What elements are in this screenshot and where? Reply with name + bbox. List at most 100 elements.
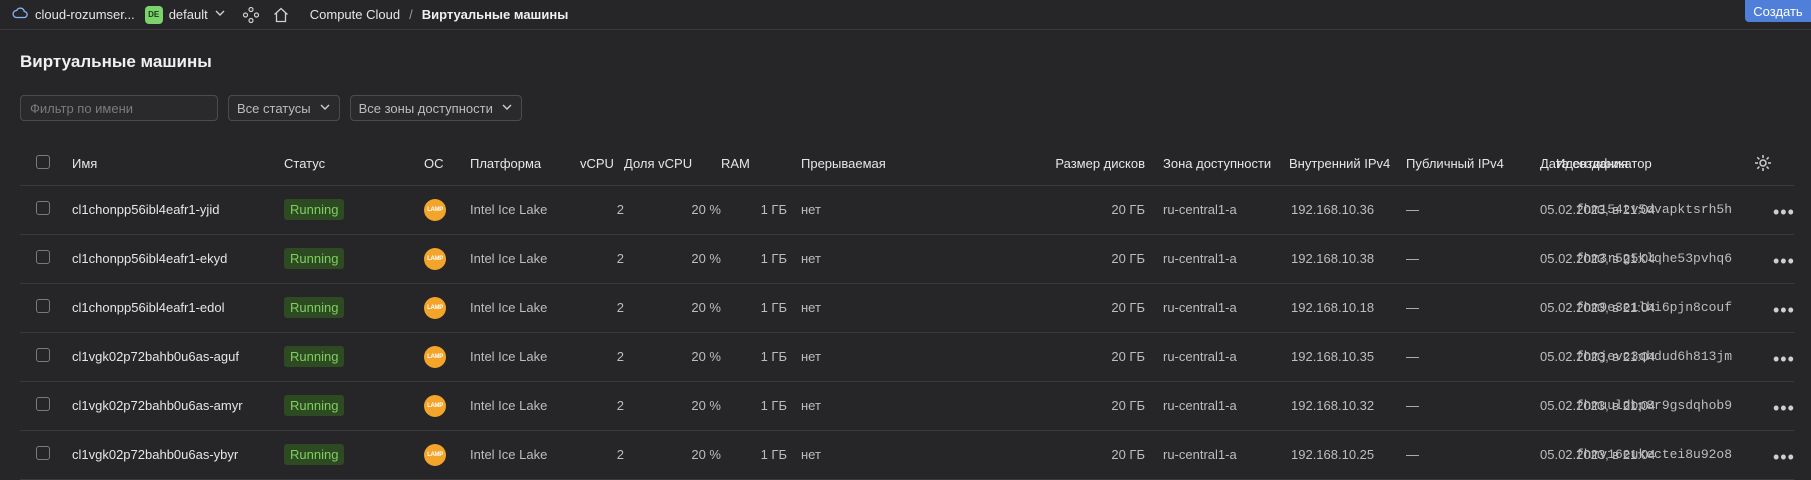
vm-id[interactable]: fhm9e3e1lhi6pjn8couf (1576, 300, 1732, 315)
vcpu-share: 20 % (691, 251, 721, 266)
row-checkbox[interactable] (36, 299, 50, 313)
created-id-cell: 05.02.2023, в 21:04 fhmv16eukectei8u92o8 •… (1540, 430, 1794, 479)
table-row[interactable]: cl1vgk02p72bahb0u6as-amyr Running LAMP Inte… (20, 381, 1794, 430)
header-id[interactable]: Идентификатор (1556, 156, 1652, 171)
vm-id[interactable]: fhm3r5g5klqhe53pvhq6 (1576, 251, 1732, 266)
disk-size: 20 ГБ (1111, 202, 1145, 217)
folder-badge: DE (144, 5, 163, 24)
row-checkbox-cell (20, 332, 72, 381)
column-settings-button[interactable] (1753, 153, 1773, 173)
home-icon[interactable] (272, 6, 290, 24)
vm-id[interactable]: fhmjevc3qhdud6h813jm (1576, 349, 1732, 364)
preemptible: нет (801, 398, 821, 413)
more-actions-icon[interactable]: ••• (1773, 251, 1795, 272)
header-preemptible[interactable]: Прерываемая (801, 143, 909, 186)
status-badge: Running (284, 395, 345, 416)
platform: Intel Ice Lake (470, 349, 548, 364)
vcpu-share: 20 % (691, 398, 721, 413)
ram: 1 ГБ (760, 251, 787, 266)
internal-ip: 192.168.10.18 (1291, 300, 1375, 315)
row-checkbox[interactable] (36, 250, 50, 264)
platform: Intel Ice Lake (470, 251, 548, 266)
zone: ru-central1-a (1163, 251, 1237, 266)
more-actions-icon[interactable]: ••• (1773, 447, 1795, 468)
disk-size: 20 ГБ (1111, 251, 1145, 266)
chevron-down-icon (501, 101, 513, 116)
status-cell: Running (284, 332, 424, 381)
cloud-selector[interactable]: cloud-rozumser... (12, 5, 135, 24)
header-settings-cell (1786, 143, 1794, 186)
header-disk-size[interactable]: Размер дисков (1018, 143, 1163, 186)
preemptible: нет (801, 251, 821, 266)
vm-name[interactable]: cl1vgk02p72bahb0u6as-amyr (72, 381, 284, 430)
header-status[interactable]: Статус (284, 143, 424, 186)
vm-name[interactable]: cl1chonpp56ibl4eafr1-yjid (72, 185, 284, 234)
header-vcpu[interactable]: vCPU (580, 143, 624, 186)
services-icon[interactable] (242, 6, 260, 24)
header-internal-ip[interactable]: Внутренний IPv4 (1289, 143, 1406, 186)
vm-name[interactable]: cl1vgk02p72bahb0u6as-ybyr (72, 430, 284, 479)
vcpu: 2 (616, 300, 624, 315)
disk-size: 20 ГБ (1111, 349, 1145, 364)
table-row[interactable]: cl1chonpp56ibl4eafr1-ekyd Running LAMP Inte… (20, 234, 1794, 283)
vcpu-share: 20 % (691, 202, 721, 217)
table-row[interactable]: cl1vgk02p72bahb0u6as-aguf Running LAMP Inte… (20, 332, 1794, 381)
os-cell: LAMP (424, 430, 470, 479)
lamp-os-icon: LAMP (424, 443, 446, 466)
select-all-checkbox[interactable] (36, 155, 50, 170)
internal-ip: 192.168.10.32 (1291, 398, 1375, 413)
public-ip: — (1406, 447, 1419, 462)
vm-id[interactable]: fhmuuldbp8r9gsdqhob9 (1576, 398, 1732, 413)
header-zone[interactable]: Зона доступности (1163, 143, 1289, 186)
row-checkbox[interactable] (36, 446, 50, 460)
vcpu: 2 (616, 349, 624, 364)
row-checkbox[interactable] (36, 348, 50, 362)
header-platform[interactable]: Платформа (470, 143, 580, 186)
vm-name[interactable]: cl1chonpp56ibl4eafr1-ekyd (72, 234, 284, 283)
created-id-cell: 05.02.2023, в 21:04 fhmuuldbp8r9gsdqhob9 •… (1540, 381, 1794, 430)
internal-ip: 192.168.10.25 (1291, 447, 1375, 462)
header-vcpu-share[interactable]: Доля vCPU (624, 143, 721, 186)
ram: 1 ГБ (760, 202, 787, 217)
folder-selector[interactable]: default (169, 7, 226, 22)
header-public-ip[interactable]: Публичный IPv4 (1406, 143, 1540, 186)
cloud-icon (12, 5, 28, 24)
breadcrumb-separator: / (409, 7, 413, 22)
name-filter-input[interactable] (20, 95, 218, 121)
header-name[interactable]: Имя (72, 143, 284, 186)
zone-select[interactable]: Все зоны доступности (349, 95, 522, 121)
more-actions-icon[interactable]: ••• (1773, 349, 1795, 370)
chevron-down-icon (319, 101, 331, 116)
internal-ip: 192.168.10.35 (1291, 349, 1375, 364)
table-row[interactable]: cl1chonpp56ibl4eafr1-edol Running LAMP Inte… (20, 283, 1794, 332)
row-checkbox[interactable] (36, 201, 50, 215)
vm-name[interactable]: cl1vgk02p72bahb0u6as-aguf (72, 332, 284, 381)
vcpu-share: 20 % (691, 300, 721, 315)
status-select-value: Все статусы (237, 100, 311, 116)
row-checkbox-cell (20, 283, 72, 332)
vm-id[interactable]: fhm154tv5dvapktsrh5h (1576, 202, 1732, 217)
os-cell: LAMP (424, 185, 470, 234)
row-checkbox-cell (20, 185, 72, 234)
table-row[interactable]: cl1chonpp56ibl4eafr1-yjid Running LAMP Inte… (20, 185, 1794, 234)
status-select[interactable]: Все статусы (228, 95, 340, 121)
more-actions-icon[interactable]: ••• (1773, 202, 1795, 223)
breadcrumb: Compute Cloud / Виртуальные машины (310, 7, 569, 22)
create-button[interactable]: Создать (1745, 0, 1811, 22)
breadcrumb-compute-cloud[interactable]: Compute Cloud (310, 7, 400, 22)
row-checkbox[interactable] (36, 397, 50, 411)
vm-table-body: cl1chonpp56ibl4eafr1-yjid Running LAMP Inte… (20, 185, 1794, 479)
breadcrumb-current: Виртуальные машины (421, 7, 569, 22)
vm-id[interactable]: fhmv16eukectei8u92o8 (1576, 447, 1732, 462)
more-actions-icon[interactable]: ••• (1773, 300, 1795, 321)
table-row[interactable]: cl1vgk02p72bahb0u6as-ybyr Running LAMP Inte… (20, 430, 1794, 479)
vcpu: 2 (616, 202, 624, 217)
header-os[interactable]: ОС (424, 143, 470, 186)
header-ram[interactable]: RAM (721, 143, 787, 186)
more-actions-icon[interactable]: ••• (1773, 398, 1795, 419)
platform: Intel Ice Lake (470, 398, 548, 413)
zone: ru-central1-a (1163, 398, 1237, 413)
vm-name[interactable]: cl1chonpp56ibl4eafr1-edol (72, 283, 284, 332)
vcpu: 2 (616, 251, 624, 266)
disk-size: 20 ГБ (1111, 398, 1145, 413)
